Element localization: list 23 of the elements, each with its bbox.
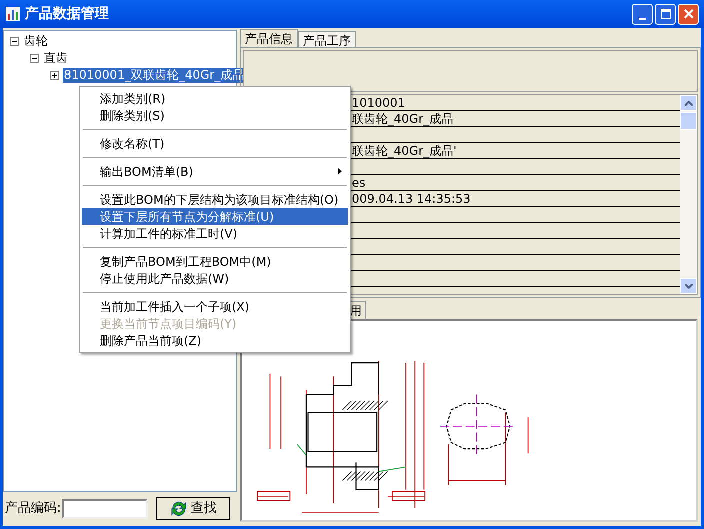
grid-cell-text: 联齿轮_40Gr_成品 [352,110,454,128]
grid-cell-text: 1010001 [352,94,406,112]
code-label: 产品编码: [5,500,62,518]
menu-item[interactable]: 添加类别(R) [82,90,348,107]
menu-item[interactable]: 删除类别(S) [82,107,348,124]
menu-item[interactable]: 输出BOM清单(B) [82,163,348,180]
menu-item[interactable]: 设置此BOM的下层结构为该项目标准结构(O) [82,191,348,208]
tree-item[interactable]: 直齿 [43,51,69,66]
menu-item[interactable]: 计算加工件的标准工时(V) [82,225,348,242]
tab[interactable]: 产品信息 [240,29,298,47]
window-title: 产品数据管理 [25,4,109,24]
menu-item[interactable]: 复制产品BOM到工程BOM中(M) [82,253,348,270]
grid-cell-text: 009.04.13 14:35:53 [352,190,471,208]
menu-item[interactable]: 当前加工件插入一个子项(X) [82,298,348,315]
menu-item[interactable]: 修改名称(T) [82,135,348,152]
tree-item[interactable]: 齿轮 [23,34,49,49]
menu-item[interactable]: 设置下层所有节点为分解标准(U) [82,208,348,225]
search-button[interactable]: 查找 [156,497,230,520]
tab[interactable]: 产品工序 [298,31,356,47]
menu-item[interactable]: 删除产品当前项(Z) [82,332,348,349]
grid-cell-text: 联齿轮_40Gr_成品' [352,142,457,160]
menu-item[interactable]: 停止使用此产品数据(W) [82,270,348,287]
grid-cell-text: es [352,174,366,192]
